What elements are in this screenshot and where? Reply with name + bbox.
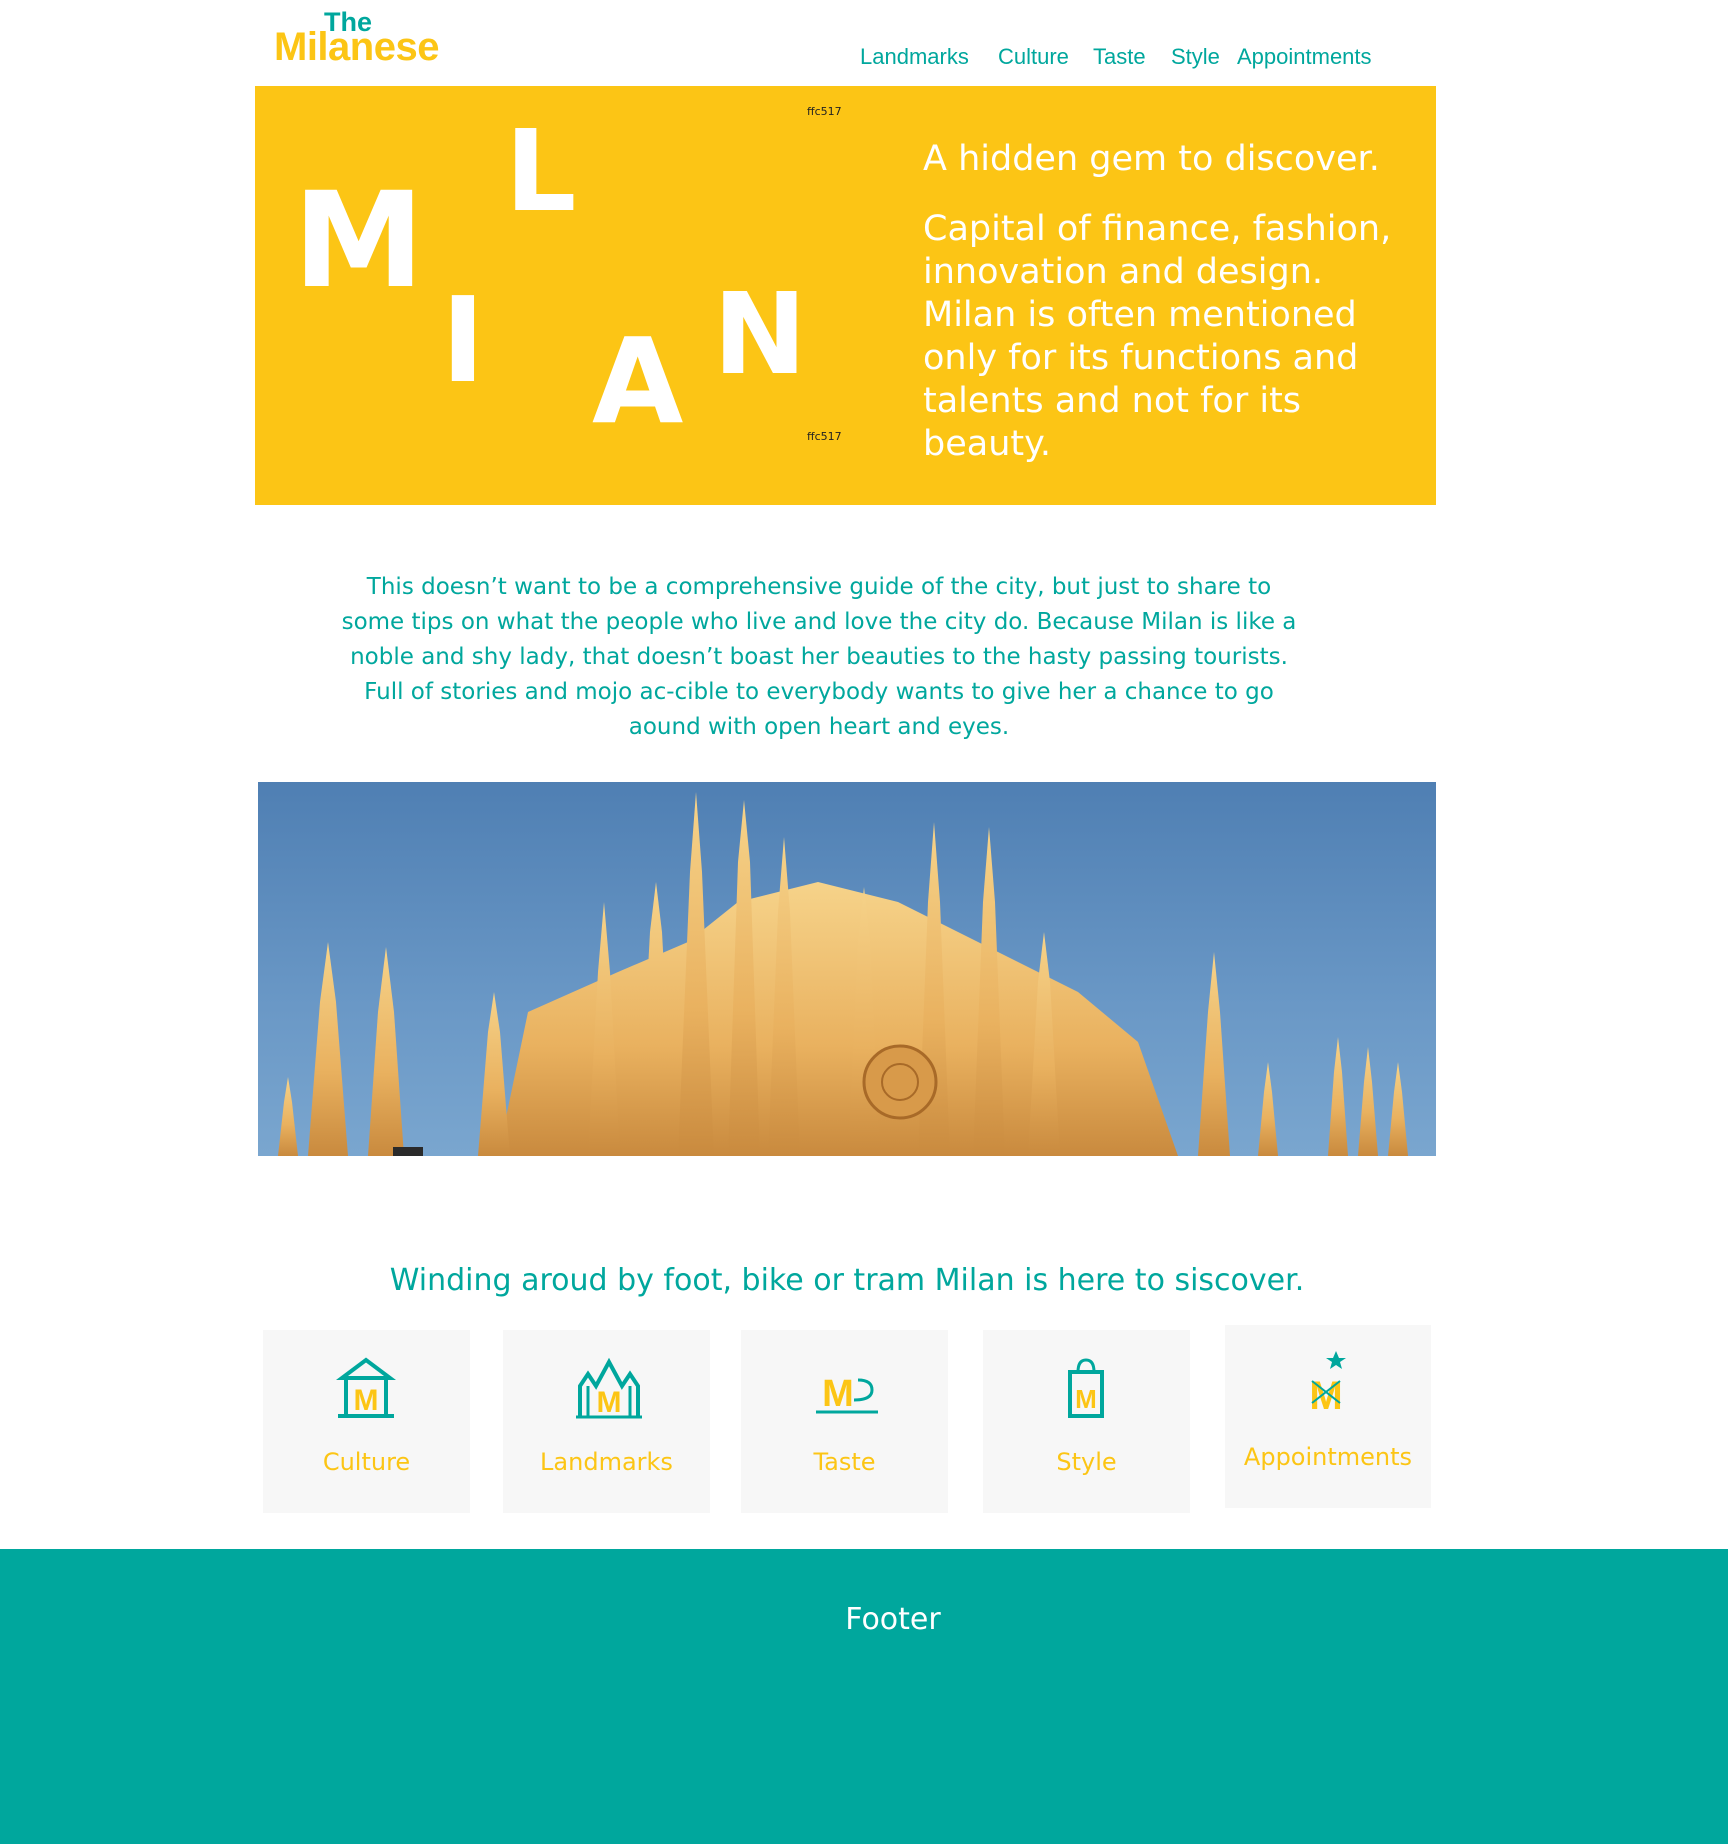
hero-body: Capital of finance, fashion, innovation … — [923, 209, 1392, 464]
footer: Footer — [0, 1549, 1728, 1844]
card-taste[interactable]: M Taste — [741, 1330, 948, 1513]
cathedral-illustration — [278, 792, 1408, 1156]
svg-text:M: M — [1309, 1374, 1342, 1417]
shopping-bag-icon: M — [1068, 1358, 1104, 1418]
svg-text:M: M — [597, 1386, 622, 1419]
card-style[interactable]: M Style — [983, 1330, 1190, 1513]
nav-landmarks[interactable]: Landmarks — [860, 46, 969, 68]
card-taste-label: Taste — [813, 1448, 876, 1476]
hex-note-bottom: ffc517 — [807, 430, 842, 443]
card-appointments[interactable]: M Appointments — [1225, 1325, 1431, 1508]
cathedral-photo — [258, 782, 1436, 1156]
hero-letter-i: I — [441, 271, 485, 409]
hero-letter-n: N — [713, 270, 807, 400]
coffee-icon: M — [816, 1373, 878, 1415]
card-culture-label: Culture — [322, 1448, 411, 1476]
card-style-label: Style — [1056, 1448, 1117, 1476]
hex-note-top: ffc517 — [807, 105, 842, 118]
card-landmarks-label: Landmarks — [540, 1448, 673, 1476]
hero-letter-m: M — [293, 164, 425, 318]
museum-icon: M — [336, 1357, 396, 1418]
nav-taste[interactable]: Taste — [1093, 46, 1146, 68]
cathedral-icon: M — [576, 1357, 642, 1419]
nav-culture[interactable]: Culture — [998, 46, 1069, 68]
svg-text:M: M — [822, 1373, 854, 1415]
intro-text: This doesn’t want to be a comprehensive … — [341, 574, 1297, 740]
star-figure-icon: M — [1309, 1351, 1346, 1417]
hero-letter-l: L — [505, 107, 577, 237]
card-culture[interactable]: M Culture — [263, 1330, 470, 1513]
hero-headline: A hidden gem to discover. — [923, 139, 1380, 179]
nav-style[interactable]: Style — [1171, 46, 1220, 68]
hero-letter-a: A — [592, 312, 684, 450]
card-appointments-label: Appointments — [1243, 1443, 1413, 1471]
tagline: Winding aroud by foot, bike or tram Mila… — [389, 1263, 1305, 1298]
card-landmarks[interactable]: M Landmarks — [503, 1330, 710, 1513]
hero-banner: M L I A N ffc517 ffc517 A hidden gem to … — [255, 86, 1436, 505]
svg-text:M: M — [1075, 1384, 1097, 1414]
logo-milanese[interactable]: Milanese — [274, 27, 439, 67]
nav-appointments[interactable]: Appointments — [1237, 46, 1372, 68]
footer-label: Footer — [845, 1602, 941, 1637]
svg-text:M: M — [354, 1384, 379, 1417]
